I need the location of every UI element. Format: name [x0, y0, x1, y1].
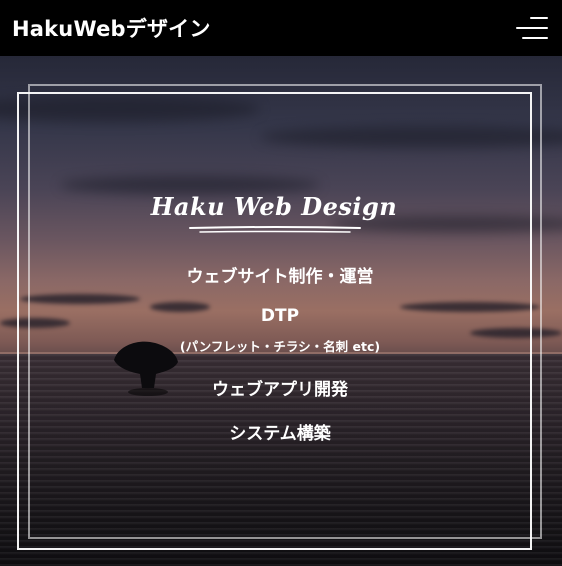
service-web-production: ウェブサイト制作・運営 [186, 267, 374, 287]
logo-underline [189, 226, 361, 233]
logo-text: Haku Web Design [150, 192, 398, 221]
site-header: HakuWebデザイン [0, 0, 562, 56]
service-web-app-development: ウェブアプリ開発 [212, 380, 348, 400]
hero-content: Haku Web Design ウェブサイト制作・運営 DTP (パンフレット・… [0, 0, 562, 566]
site-title[interactable]: HakuWebデザイン [12, 13, 211, 43]
service-dtp-detail: (パンフレット・チラシ・名刺 etc) [179, 339, 381, 354]
menu-line-bottom [522, 37, 548, 39]
service-system-building: システム構築 [229, 424, 331, 444]
hamburger-menu-icon[interactable] [516, 13, 548, 43]
menu-line-top [530, 17, 548, 19]
menu-line-middle [516, 27, 548, 29]
service-dtp: DTP [260, 306, 300, 326]
